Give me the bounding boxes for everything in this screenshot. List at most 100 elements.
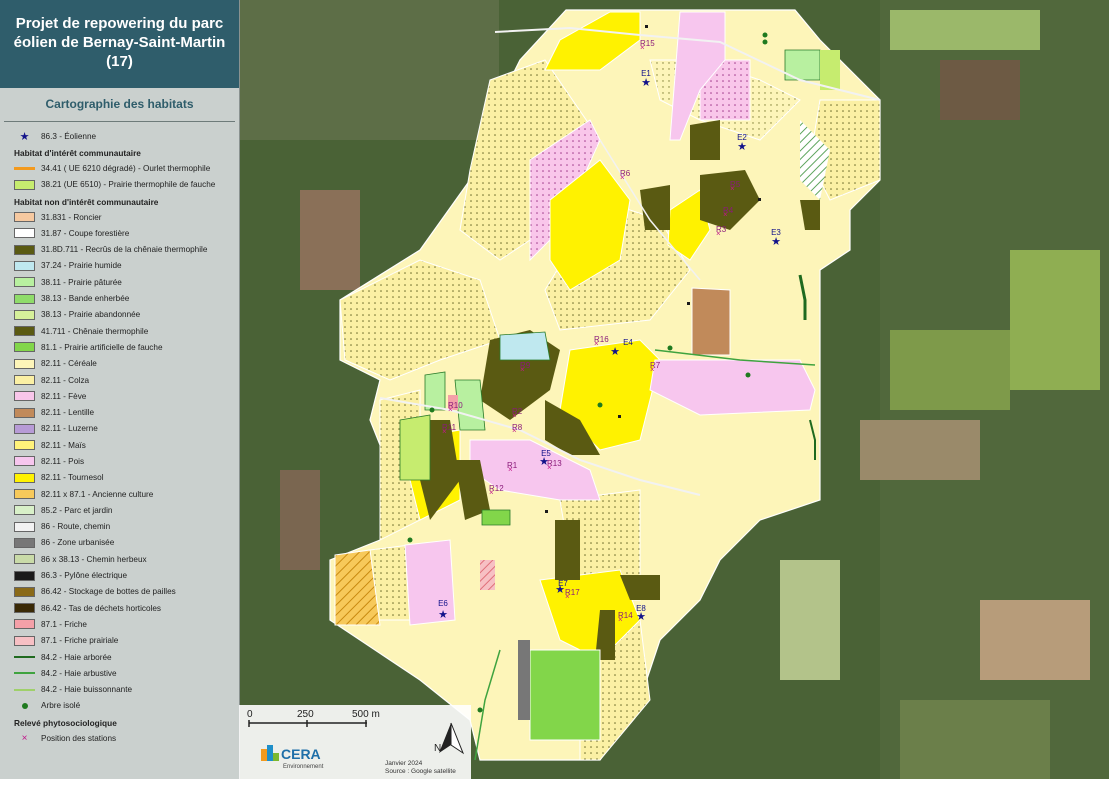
nic_items-item: 38.13 - Prairie abandonnée xyxy=(14,307,235,323)
svg-text:CERA: CERA xyxy=(281,746,321,762)
svg-text:E8: E8 xyxy=(636,604,646,613)
nic_items-swatch xyxy=(14,277,35,288)
svg-text:N: N xyxy=(434,743,441,754)
nic_items-swatch xyxy=(14,440,35,451)
nic_items-item: 82.11 - Lentille xyxy=(14,404,235,420)
hedge-item: 84.2 - Haie arbustive xyxy=(14,665,235,681)
turbine-e3[interactable]: ★ E3 xyxy=(771,228,781,248)
svg-text:R1: R1 xyxy=(507,461,518,470)
svg-text:Environnement: Environnement xyxy=(283,764,324,770)
legend-ic-list: 34.41 ( UE 6210 dégradé) - Ourlet thermo… xyxy=(14,160,235,193)
nic_items-item: 85.2 - Parc et jardin xyxy=(14,502,235,518)
svg-text:E4: E4 xyxy=(623,338,633,347)
nic_items-item: 87.1 - Friche xyxy=(14,616,235,632)
nic_items-item: 82.11 - Luzerne xyxy=(14,421,235,437)
hedge-item: 84.2 - Haie buissonnante xyxy=(14,682,235,698)
nic_items-swatch xyxy=(14,326,35,337)
legend-section-releve: Relevé phytosociologique xyxy=(14,718,117,729)
nic_items-swatch xyxy=(14,635,35,646)
nic_items-item: 82.11 - Tournesol xyxy=(14,470,235,486)
map-subtitle: Cartographie des habitats xyxy=(45,97,194,111)
svg-text:★: ★ xyxy=(610,345,620,358)
divider xyxy=(4,121,235,122)
nic_items-swatch xyxy=(14,521,35,532)
nic_items-item: 38.13 - Bande enherbée xyxy=(14,290,235,306)
nic_items-label: 86 x 38.13 - Chemin herbeux xyxy=(41,554,147,564)
svg-text:500 m: 500 m xyxy=(352,709,380,720)
star-icon: ★ xyxy=(19,130,30,143)
nic_items-swatch xyxy=(14,358,35,369)
svg-text:R8: R8 xyxy=(512,423,523,432)
nic_items-label: 82.11 - Lentille xyxy=(41,408,95,418)
tree-dot-icon xyxy=(14,702,35,709)
turbine-e6[interactable]: ★ E6 xyxy=(438,599,448,621)
svg-text:E5: E5 xyxy=(541,449,551,458)
nic_items-item: 81.1 - Prairie artificielle de fauche xyxy=(14,339,235,355)
nic_items-swatch xyxy=(14,342,35,353)
nic_items-label: 82.11 - Colza xyxy=(41,375,90,385)
nic_items-item: 82.11 x 87.1 - Ancienne culture xyxy=(14,486,235,502)
legend-hedge-list: 84.2 - Haie arborée 84.2 - Haie arbustive… xyxy=(14,649,235,698)
hedge-line-icon xyxy=(14,688,35,691)
nic_items-swatch xyxy=(14,423,35,434)
svg-text:R12: R12 xyxy=(489,484,504,493)
nic_items-swatch xyxy=(14,586,35,597)
svg-text:R3: R3 xyxy=(716,225,727,234)
nic_items-label: 82.11 - Pois xyxy=(41,456,85,466)
cross-icon: × xyxy=(21,732,28,744)
nic_items-label: 38.13 - Prairie abandonnée xyxy=(41,310,141,320)
nic_items-item: 82.11 - Fève xyxy=(14,388,235,404)
nic_items-swatch xyxy=(14,570,35,581)
nic_items-label: 81.1 - Prairie artificielle de fauche xyxy=(41,342,163,352)
svg-text:E2: E2 xyxy=(737,133,747,142)
nic_items-item: 31.8D.711 - Recrûs de la chênaie thermop… xyxy=(14,241,235,257)
svg-text:R10: R10 xyxy=(448,401,463,410)
nic_items-swatch xyxy=(14,309,35,320)
nic_items-item: 82.11 - Colza xyxy=(14,372,235,388)
hedge-label: 84.2 - Haie buissonnante xyxy=(41,685,133,695)
nic_items-item: 82.11 - Maïs xyxy=(14,437,235,453)
nic_items-label: 87.1 - Friche xyxy=(41,619,87,629)
legend-panel: Projet de repowering du parc éolien de B… xyxy=(0,0,240,779)
north-arrow-icon: N xyxy=(434,722,465,755)
nic_items-swatch xyxy=(14,260,35,271)
ic_items-item: 38.21 (UE 6510) - Prairie thermophile de… xyxy=(14,177,235,193)
svg-text:R14: R14 xyxy=(618,611,633,620)
nic_items-label: 86.3 - Pylône électrique xyxy=(41,571,128,581)
nic_items-swatch xyxy=(14,375,35,385)
hedge-line-icon xyxy=(14,656,35,659)
turbine-e2[interactable]: ★ E2 xyxy=(737,133,747,153)
nic_items-label: 87.1 - Friche prairiale xyxy=(41,636,119,646)
svg-text:R2: R2 xyxy=(512,407,523,416)
turbine-e1[interactable]: ★ E1 xyxy=(641,69,651,89)
nic_items-swatch xyxy=(14,537,35,548)
legend-section-nic: Habitat non d'intérêt communautaire xyxy=(14,196,159,207)
svg-text:R17: R17 xyxy=(565,588,580,597)
svg-text:E6: E6 xyxy=(438,599,448,608)
nic_items-item: 86.42 - Tas de déchets horticoles xyxy=(14,600,235,616)
nic_items-swatch xyxy=(14,407,35,418)
nic_items-item: 82.11 - Céréale xyxy=(14,356,235,372)
legend-turbine: ★ 86.3 - Éolienne xyxy=(14,128,235,144)
svg-text:R11: R11 xyxy=(442,423,457,432)
svg-text:E1: E1 xyxy=(641,69,651,78)
svg-text:E3: E3 xyxy=(771,228,781,237)
nic_items-swatch xyxy=(14,603,35,614)
ic_items-swatch xyxy=(14,166,35,170)
svg-text:R6: R6 xyxy=(620,169,631,178)
legend-tree: Arbre isolé xyxy=(14,698,235,714)
nic_items-swatch xyxy=(14,472,35,483)
scale-logo-box: 0 250 500 m CERA Environnement Janvier 2… xyxy=(239,705,471,779)
svg-text:E7: E7 xyxy=(558,579,568,588)
nic_items-swatch xyxy=(14,456,35,467)
map-title: Projet de repowering du parc éolien de B… xyxy=(0,0,239,88)
svg-text:R9: R9 xyxy=(520,361,531,370)
nic_items-swatch xyxy=(14,489,35,500)
nic_items-label: 86 - Route, chemin xyxy=(41,522,111,532)
legend-nic-list: 31.831 - Roncier 31.87 - Coupe forestière… xyxy=(14,209,235,649)
turbine-e8[interactable]: ★ E8 xyxy=(636,604,646,623)
svg-text:R16: R16 xyxy=(594,335,609,344)
map-canvas: ★ E1 ★ E2 ★ E3 ★ E4 ★ E5 ★ E6 ★ E7 ★ E8 … xyxy=(239,0,1109,779)
habitat-map[interactable]: ★ E1 ★ E2 ★ E3 ★ E4 ★ E5 ★ E6 ★ E7 ★ E8 … xyxy=(239,0,1109,779)
nic_items-swatch xyxy=(14,619,35,630)
